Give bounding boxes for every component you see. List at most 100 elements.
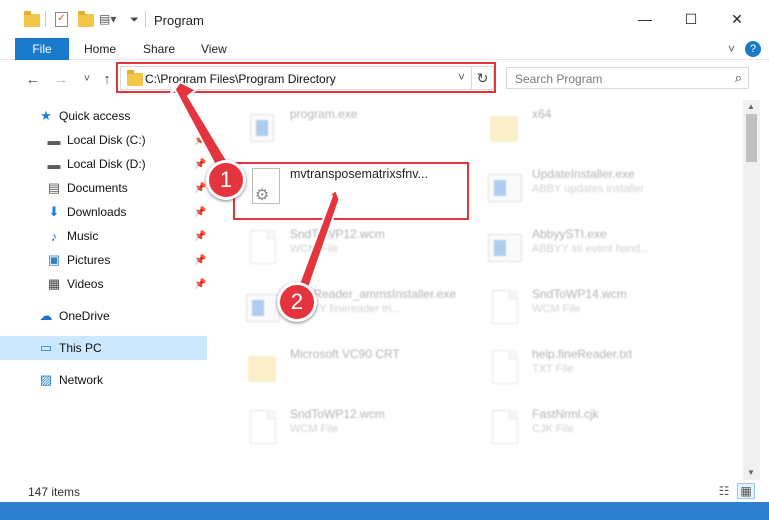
sidebar-item-label: Local Disk (C:)	[67, 133, 146, 147]
properties-icon[interactable]: ✓	[55, 12, 68, 27]
network-icon: ▨	[39, 372, 53, 387]
customize-icon[interactable]: ▤▾	[99, 12, 116, 26]
document-icon	[488, 348, 522, 388]
installer-icon	[246, 108, 280, 148]
file-description: CJK File	[532, 423, 574, 435]
pin-icon: 📌	[194, 278, 207, 290]
scroll-up-icon[interactable]: ▲	[747, 102, 755, 111]
taskbar-strip	[0, 502, 769, 520]
sidebar-item-onedrive[interactable]: ☁ OneDrive	[0, 305, 207, 327]
document-icon	[246, 408, 280, 448]
sidebar-item-local-disk-d[interactable]: ▬ Local Disk (D:) 📌	[0, 153, 207, 175]
minimize-button[interactable]: —	[622, 0, 668, 38]
file-name: FastNrml.cjk	[532, 407, 599, 421]
title-bar: ✓ ▤▾ ⏷ Program — ☐ ✕	[0, 0, 769, 38]
file-item[interactable]: help.fineReader.txt TXT File	[480, 342, 720, 392]
download-icon: ⬇	[48, 204, 60, 219]
sidebar-item-label: Downloads	[67, 205, 127, 219]
sidebar-item-label: Local Disk (D:)	[67, 157, 146, 171]
sidebar-item-quick-access[interactable]: ★ Quick access	[0, 105, 207, 127]
close-button[interactable]: ✕	[714, 0, 760, 38]
drive-icon: ▬	[47, 156, 61, 172]
sidebar-item-videos[interactable]: ▦ Videos 📌	[0, 273, 207, 295]
forward-button[interactable]: →	[52, 70, 70, 88]
file-description: TXT File	[532, 363, 574, 375]
folder-icon	[246, 348, 280, 388]
sidebar-item-label: Music	[67, 229, 99, 243]
app-icon	[246, 288, 280, 328]
up-button[interactable]: ↑	[98, 70, 116, 88]
file-item[interactable]: SndToWP12.wcm WCM File	[238, 222, 478, 272]
music-icon: ♪	[50, 228, 58, 244]
tab-home[interactable]: Home	[84, 42, 116, 56]
file-item[interactable]: program.exe	[238, 102, 478, 152]
tiles-view-icon[interactable]: ▦	[737, 483, 755, 499]
sidebar-item-network[interactable]: ▨ Network	[0, 369, 207, 391]
document-icon	[488, 288, 522, 328]
tab-view[interactable]: View	[201, 42, 227, 56]
ribbon-expand-icon[interactable]: ˅	[728, 42, 735, 56]
file-item[interactable]: FineReader_ammsInstaller.exe ABBYY finer…	[238, 282, 478, 332]
maximize-button[interactable]: ☐	[668, 0, 714, 38]
explorer-window: ✓ ▤▾ ⏷ Program — ☐ ✕ File Home Share Vie…	[0, 0, 769, 520]
address-highlight-box	[116, 62, 496, 93]
help-icon[interactable]: ?	[745, 41, 761, 57]
sidebar-item-label: Pictures	[67, 253, 111, 267]
file-description: WCM File	[290, 423, 339, 435]
file-description: ABBYY sti event hand...	[532, 243, 650, 255]
drive-icon: ▬	[47, 132, 61, 148]
document-icon	[488, 408, 522, 448]
sidebar-item-label: Network	[59, 373, 104, 387]
search-box[interactable]: Search Program ⌕	[506, 67, 749, 89]
scrollbar-thumb[interactable]	[746, 114, 757, 162]
file-item[interactable]: AbbyySTI.exe ABBYY sti event hand...	[480, 222, 720, 272]
sidebar-item-label: Videos	[67, 277, 104, 291]
sidebar-item-label: OneDrive	[59, 309, 110, 323]
pin-icon: 📌	[194, 158, 207, 170]
file-item[interactable]: FastNrml.cjk CJK File	[480, 402, 720, 452]
sidebar-item-music[interactable]: ♪ Music 📌	[0, 225, 207, 247]
file-description: WCM File	[532, 303, 581, 315]
sidebar-item-documents[interactable]: ▤ Documents 📌	[0, 177, 207, 199]
file-name: x64	[532, 107, 552, 121]
sidebar-item-pictures[interactable]: ▣ Pictures 📌	[0, 249, 207, 271]
file-item[interactable]: x64	[480, 102, 720, 152]
videos-icon: ▦	[47, 276, 61, 291]
search-input[interactable]: Search Program	[515, 72, 602, 86]
navigation-pane: ★ Quick access ▬ Local Disk (C:) 📌 ▬ Loc…	[0, 100, 210, 480]
status-bar: 147 items ☷ ▦	[0, 480, 769, 502]
recent-locations-button[interactable]: ˅	[78, 70, 96, 88]
item-count: 147 items	[28, 485, 81, 499]
sidebar-item-local-disk-c[interactable]: ▬ Local Disk (C:) 📌	[0, 129, 207, 151]
folder-icon	[24, 11, 40, 27]
file-name: AbbyySTI.exe	[532, 227, 607, 241]
new-folder-icon[interactable]	[78, 11, 94, 27]
window-title: Program	[154, 13, 204, 28]
sidebar-item-label: Quick access	[59, 109, 131, 123]
back-button[interactable]: ←	[24, 70, 42, 88]
vertical-scrollbar[interactable]: ▲ ▼	[743, 100, 760, 480]
tab-file[interactable]: File	[15, 38, 69, 60]
divider	[145, 11, 146, 27]
sidebar-item-this-pc[interactable]: ▭ This PC	[0, 336, 207, 360]
pin-icon: 📌	[194, 134, 207, 146]
star-icon: ★	[40, 108, 52, 123]
file-highlight-box	[233, 162, 469, 220]
tab-share[interactable]: Share	[143, 42, 175, 56]
divider	[45, 11, 46, 27]
file-item[interactable]: UpdateInstaller.exe ABBY updates install…	[480, 162, 720, 212]
sidebar-item-label: Documents	[67, 181, 128, 195]
documents-icon: ▤	[47, 180, 61, 195]
file-item[interactable]: Microsoft VC90 CRT	[238, 342, 478, 392]
quick-access-dropdown-icon[interactable]: ⏷	[130, 14, 139, 27]
file-item[interactable]: SndToWP12.wcm WCM File	[238, 402, 478, 452]
app-icon	[488, 228, 522, 268]
scroll-down-icon[interactable]: ▼	[747, 468, 755, 477]
details-view-icon[interactable]: ☷	[715, 483, 733, 499]
ribbon-tabs: File Home Share View ˅ ?	[0, 38, 769, 60]
folder-icon	[488, 108, 522, 148]
file-item[interactable]: SndToWP14.wcm WCM File	[480, 282, 720, 332]
pin-icon: 📌	[194, 230, 207, 242]
pin-icon: 📌	[194, 206, 207, 218]
sidebar-item-downloads[interactable]: ⬇ Downloads 📌	[0, 201, 207, 223]
